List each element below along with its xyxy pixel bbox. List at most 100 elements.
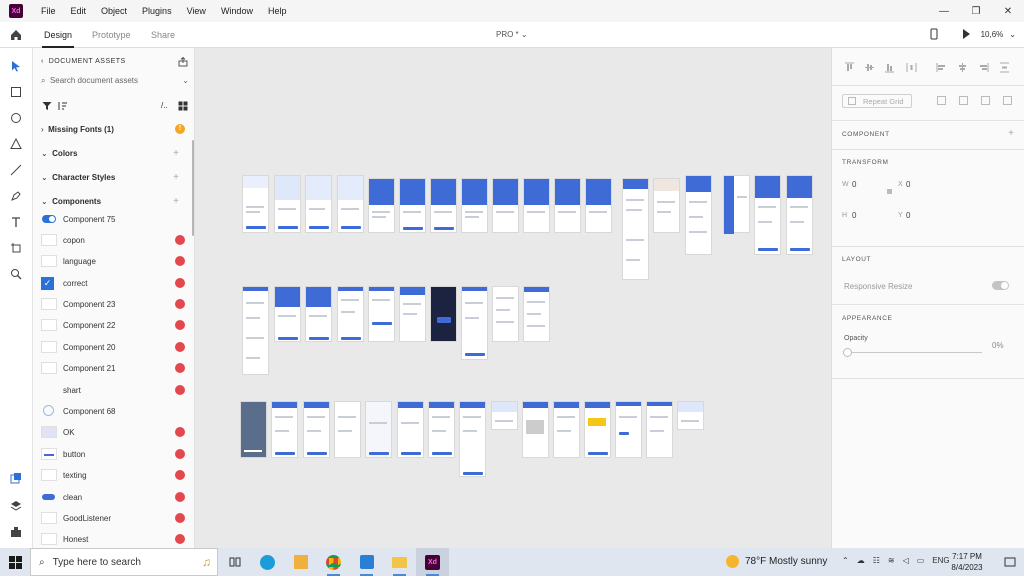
- search-input[interactable]: Search document assets: [50, 76, 138, 85]
- align-middle-icon[interactable]: [864, 62, 875, 73]
- chevron-left-icon[interactable]: ‹: [41, 58, 44, 65]
- polygon-tool-icon[interactable]: [9, 137, 23, 151]
- artboard-tool-icon[interactable]: [9, 241, 23, 255]
- assets-search[interactable]: ⌕ Search document assets ⌄: [41, 76, 189, 86]
- component-item[interactable]: Component 22: [41, 316, 189, 334]
- text-tool-icon[interactable]: [9, 215, 23, 229]
- export-icon[interactable]: [178, 57, 188, 67]
- align-bottom-icon[interactable]: [884, 62, 895, 73]
- artboard[interactable]: [397, 401, 424, 458]
- boolean-intersect-icon[interactable]: [981, 96, 990, 105]
- component-item[interactable]: Component 23: [41, 295, 189, 313]
- artboard[interactable]: [305, 175, 332, 233]
- broken-link-icon[interactable]: [175, 513, 185, 523]
- close-icon[interactable]: ✕: [992, 0, 1024, 22]
- component-item[interactable]: Component 68: [41, 402, 189, 420]
- artboard[interactable]: [428, 401, 455, 458]
- responsive-resize-toggle[interactable]: [992, 281, 1009, 290]
- add-component-icon[interactable]: +: [173, 196, 179, 207]
- artboard[interactable]: [554, 178, 581, 233]
- rectangle-tool-icon[interactable]: [9, 85, 23, 99]
- artboard[interactable]: [399, 286, 426, 342]
- filter-icon[interactable]: [42, 101, 52, 111]
- document-title[interactable]: PRO * ⌄: [496, 30, 528, 39]
- component-item[interactable]: copon: [41, 231, 189, 249]
- broken-link-icon[interactable]: [175, 427, 185, 437]
- broken-link-icon[interactable]: [175, 385, 185, 395]
- component-item[interactable]: Component 21: [41, 359, 189, 377]
- broken-link-icon[interactable]: [175, 256, 185, 266]
- edge-icon[interactable]: [251, 548, 284, 576]
- artboard[interactable]: [365, 401, 392, 458]
- broken-link-icon[interactable]: [175, 278, 185, 288]
- width-field[interactable]: 0: [852, 180, 856, 189]
- align-left-icon[interactable]: [936, 62, 947, 73]
- broken-link-icon[interactable]: [175, 235, 185, 245]
- align-top-icon[interactable]: [844, 62, 855, 73]
- artboard[interactable]: [303, 401, 330, 458]
- height-field[interactable]: 0: [852, 211, 856, 220]
- weather-widget[interactable]: 78°F Mostly sunny: [726, 555, 827, 568]
- add-character-style-icon[interactable]: +: [173, 172, 179, 183]
- artboard[interactable]: [337, 175, 364, 233]
- notification-icon[interactable]: [1004, 556, 1016, 568]
- play-icon[interactable]: [961, 28, 971, 40]
- artboard[interactable]: [271, 401, 298, 458]
- component-item[interactable]: language: [41, 252, 189, 270]
- design-canvas[interactable]: [195, 48, 831, 548]
- cloud-icon[interactable]: ☁: [857, 556, 865, 565]
- path-view-icon[interactable]: /..: [161, 101, 168, 110]
- chevron-up-icon[interactable]: ⌃: [842, 556, 849, 565]
- artboard[interactable]: [242, 286, 269, 375]
- minimize-icon[interactable]: —: [928, 0, 960, 22]
- artboard[interactable]: [615, 401, 642, 458]
- opacity-slider-handle[interactable]: [843, 348, 852, 357]
- menu-object[interactable]: Object: [101, 6, 127, 16]
- artboard[interactable]: [461, 286, 488, 360]
- pen-tool-icon[interactable]: [9, 189, 23, 203]
- y-field[interactable]: 0: [906, 211, 910, 220]
- lock-aspect-icon[interactable]: [887, 189, 892, 194]
- artboard[interactable]: [553, 401, 580, 458]
- ellipse-tool-icon[interactable]: [9, 111, 23, 125]
- component-item[interactable]: Component 75: [41, 210, 189, 228]
- artboard[interactable]: [334, 401, 361, 458]
- sort-icon[interactable]: [58, 101, 68, 111]
- plugins-panel-icon[interactable]: [9, 525, 23, 539]
- taskbar-search[interactable]: ⌕ Type here to search ♫: [30, 548, 218, 576]
- restore-icon[interactable]: ❐: [960, 0, 992, 22]
- artboard[interactable]: [584, 401, 611, 458]
- task-view-icon[interactable]: [218, 548, 251, 576]
- file-explorer-icon[interactable]: [383, 548, 416, 576]
- volume-icon[interactable]: ◁: [903, 556, 909, 565]
- tab-prototype[interactable]: Prototype: [92, 30, 131, 40]
- broken-link-icon[interactable]: [175, 449, 185, 459]
- component-item[interactable]: texting: [41, 466, 189, 484]
- artboard[interactable]: [522, 401, 549, 458]
- component-item[interactable]: OK: [41, 423, 189, 441]
- line-tool-icon[interactable]: [9, 163, 23, 177]
- assets-scrollbar[interactable]: [192, 140, 194, 236]
- repeat-grid-button[interactable]: Repeat Grid: [842, 94, 912, 108]
- assets-panel-icon[interactable]: [9, 471, 23, 485]
- broken-link-icon[interactable]: [175, 342, 185, 352]
- menu-window[interactable]: Window: [221, 6, 253, 16]
- home-icon[interactable]: [9, 28, 23, 42]
- artboard[interactable]: [274, 286, 301, 342]
- artboard[interactable]: [492, 286, 519, 342]
- distribute-vertical-icon[interactable]: [999, 62, 1010, 73]
- grid-view-icon[interactable]: [178, 101, 188, 111]
- chrome-icon[interactable]: [317, 548, 350, 576]
- layers-panel-icon[interactable]: [9, 499, 23, 513]
- artboard[interactable]: [459, 401, 486, 477]
- artboard[interactable]: [492, 178, 519, 233]
- menu-edit[interactable]: Edit: [71, 6, 87, 16]
- taskbar-clock[interactable]: 7:17 PM 8/4/2023: [946, 551, 988, 573]
- artboard[interactable]: [337, 286, 364, 342]
- taskbar-search-input[interactable]: Type here to search: [53, 557, 141, 568]
- opacity-value[interactable]: 0%: [992, 341, 1004, 350]
- tab-share[interactable]: Share: [151, 30, 175, 40]
- broken-link-icon[interactable]: [175, 492, 185, 502]
- artboard[interactable]: [677, 401, 704, 430]
- artboard[interactable]: [523, 286, 550, 342]
